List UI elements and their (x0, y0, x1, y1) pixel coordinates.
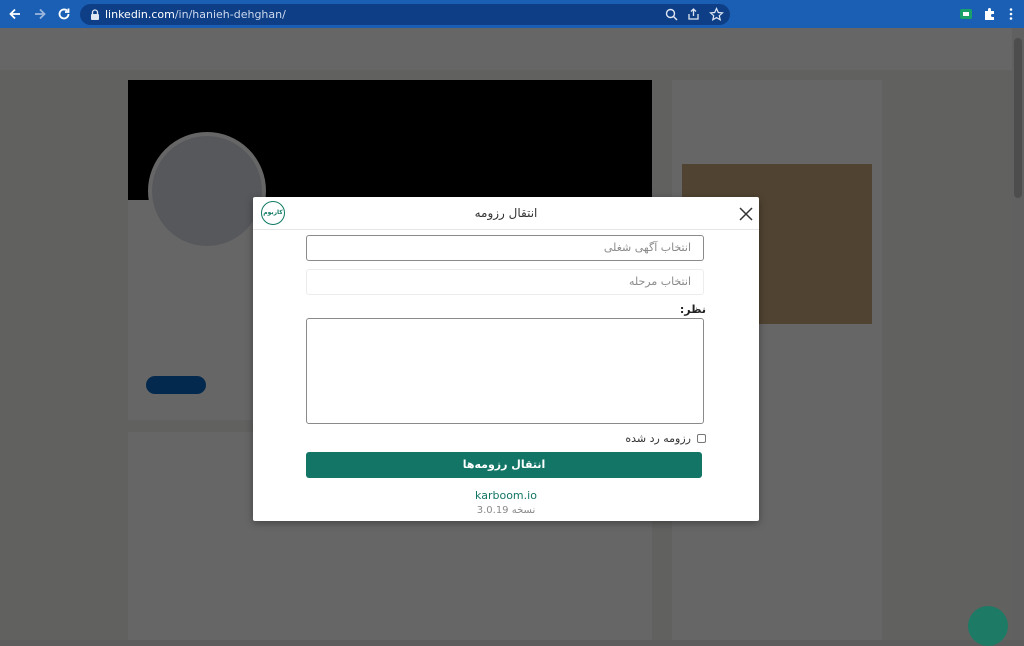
stage-select[interactable]: انتخاب مرحله (306, 269, 704, 295)
share-icon[interactable] (686, 7, 701, 22)
karboom-link[interactable]: karboom.io (253, 489, 759, 502)
star-icon[interactable] (709, 7, 724, 22)
reload-icon[interactable] (55, 5, 73, 23)
transfer-resumes-button[interactable]: انتقال رزومه‌ها (306, 452, 702, 478)
transfer-resume-dialog: انتقال رزومه کاربوم انتخاب آگهی شغلی انت… (253, 197, 759, 521)
browser-toolbar: linkedin.com/in/hanieh-dehghan/ (0, 0, 1024, 28)
comment-textarea[interactable] (306, 318, 704, 424)
rejected-checkbox-label[interactable]: رزومه رد شده (625, 432, 691, 445)
close-icon[interactable] (737, 205, 755, 223)
zoom-icon[interactable] (664, 7, 679, 22)
version-text: نسخه 3.0.19 (476, 505, 536, 516)
chat-fab-button[interactable] (968, 606, 1008, 646)
extension-icon[interactable] (958, 6, 974, 22)
karboom-logo: کاربوم (261, 201, 285, 225)
address-bar[interactable]: linkedin.com/in/hanieh-dehghan/ (80, 4, 730, 25)
dialog-title: انتقال رزومه (474, 206, 538, 220)
puzzle-icon[interactable] (982, 6, 998, 22)
rejected-resume-option[interactable]: رزومه رد شده (625, 431, 706, 445)
lock-icon (88, 7, 102, 21)
back-icon[interactable] (6, 5, 24, 23)
rejected-checkbox[interactable] (697, 433, 706, 443)
job-ad-select[interactable]: انتخاب آگهی شغلی (306, 235, 704, 261)
forward-icon[interactable] (31, 5, 49, 23)
menu-icon[interactable] (1003, 6, 1019, 22)
comment-label: نظر: (679, 303, 706, 316)
url-text: linkedin.com/in/hanieh-dehghan/ (105, 8, 286, 21)
dialog-header: انتقال رزومه کاربوم (253, 197, 759, 230)
